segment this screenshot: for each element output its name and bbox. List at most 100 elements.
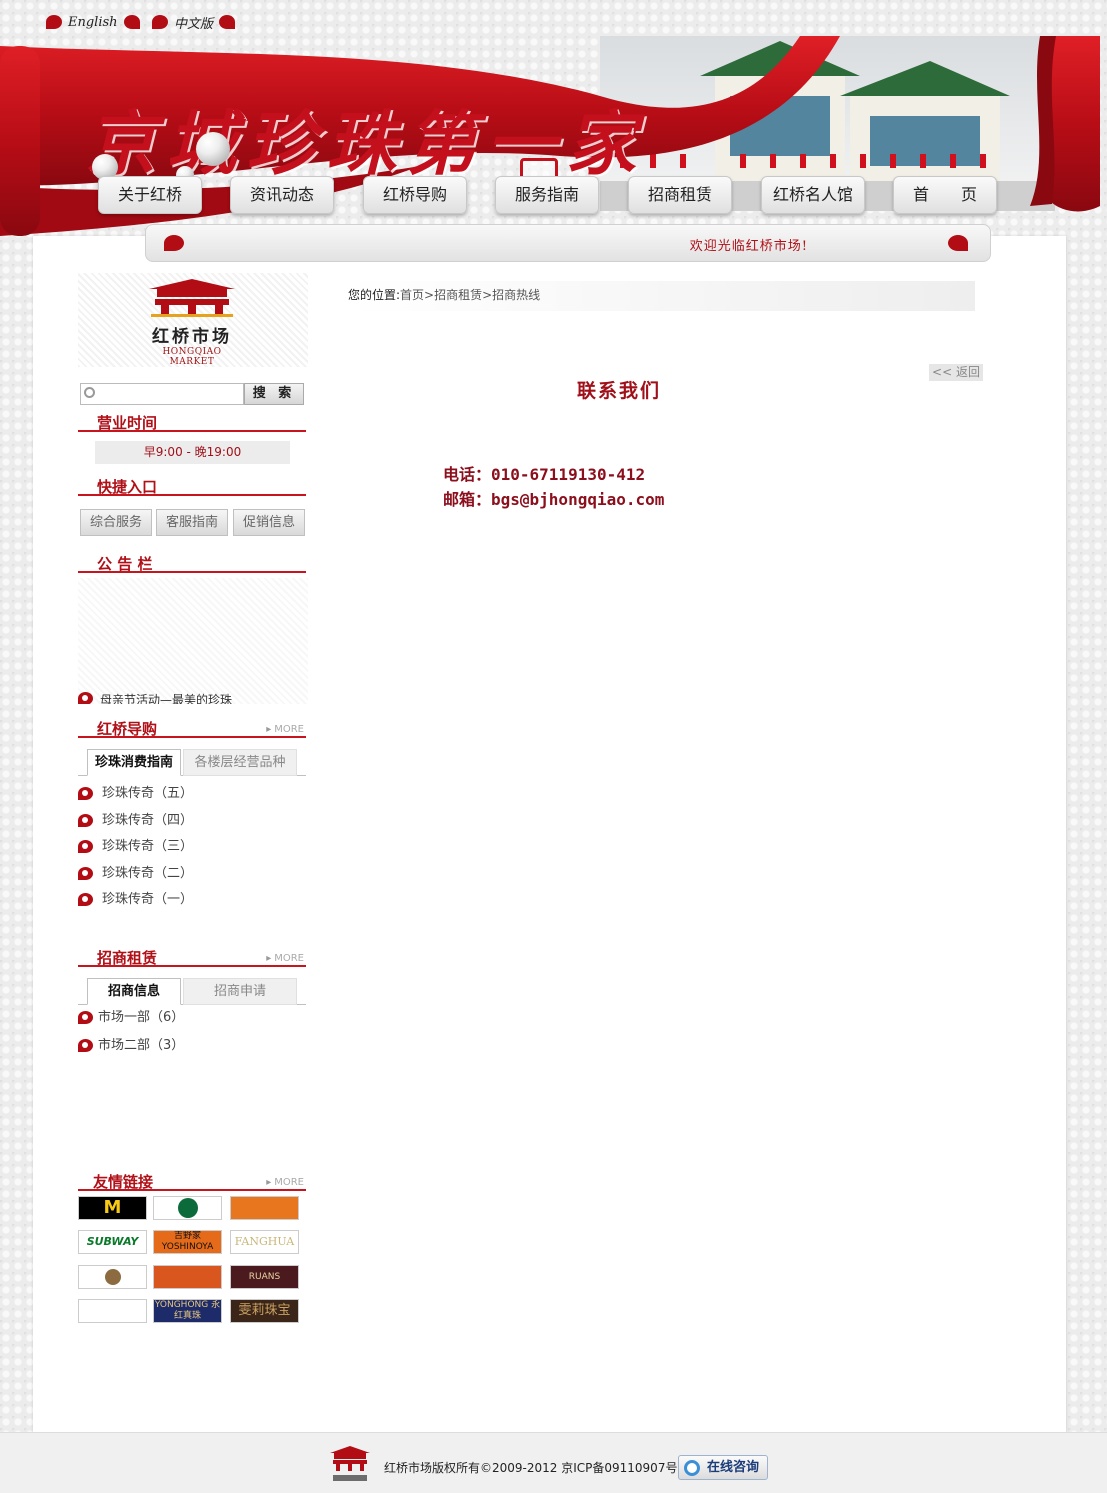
section-guide-title: 红桥导购 MORE xyxy=(78,716,306,738)
tab-pearl-guide[interactable]: 珍珠消费指南 xyxy=(87,749,181,776)
section-title-text: 公 告 栏 xyxy=(97,555,153,573)
partner-logo-crest[interactable] xyxy=(78,1265,147,1289)
back-button[interactable]: << 返回 xyxy=(929,364,983,381)
notice-item-text: 母亲节活动—最美的珍珠 xyxy=(100,693,233,704)
breadcrumb: 您的位置:首页>招商租赁>招商热线 xyxy=(348,281,975,311)
bullet-icon xyxy=(78,893,93,906)
nav-home[interactable]: 首 页 xyxy=(893,176,997,214)
breadcrumb-label: 您的位置: xyxy=(348,288,401,302)
list-item-text: 珍珠传奇（一） xyxy=(102,892,194,907)
more-link[interactable]: MORE xyxy=(266,953,304,964)
logo-en-text: HONGQIAO MARKET xyxy=(162,347,222,367)
welcome-message: 欢迎光临红桥市场! xyxy=(689,239,808,254)
site-footer: 红桥市场版权所有©2009-2012 京ICP备09110907号 在线咨询 xyxy=(0,1432,1107,1493)
logo-cn-text: 红桥市场 xyxy=(152,327,232,347)
list-item[interactable]: 市场一部（6） xyxy=(78,1010,184,1026)
partner-logo-orange[interactable] xyxy=(230,1196,299,1220)
lang-english-label: English xyxy=(68,14,118,30)
nav-about[interactable]: 关于红桥 xyxy=(98,176,202,214)
more-link[interactable]: MORE xyxy=(266,724,304,735)
lang-chinese-label: 中文版 xyxy=(174,16,214,32)
lang-chinese-link[interactable]: 中文版 xyxy=(152,10,236,34)
lease-tabs: 招商信息 招商申请 xyxy=(78,975,306,1005)
section-quick-title: 快捷入口 xyxy=(78,474,306,496)
ruans-logo[interactable]: RUANS xyxy=(230,1265,299,1289)
section-notice-title: 公 告 栏 xyxy=(78,551,306,573)
breadcrumb-path[interactable]: 首页>招商租赁>招商热线 xyxy=(400,288,540,302)
list-item-text: 珍珠传奇（二） xyxy=(102,866,194,881)
notice-board: 母亲节活动—最美的珍珠 xyxy=(78,578,308,704)
nav-shopping-guide[interactable]: 红桥导购 xyxy=(363,176,467,214)
market-logo[interactable]: 红桥市场 HONGQIAO MARKET xyxy=(78,273,308,367)
welcome-bar: 欢迎光临红桥市场! xyxy=(145,224,991,262)
tab-floor-categories[interactable]: 各楼层经营品种 xyxy=(183,749,297,776)
list-item[interactable]: 市场二部（3） xyxy=(78,1038,184,1054)
bullet-icon xyxy=(78,1011,93,1024)
bullet-icon xyxy=(78,1039,93,1052)
contact-phone: 电话：010-67119130-412 xyxy=(443,465,646,484)
chat-icon xyxy=(684,1460,700,1476)
list-item-text: 珍珠传奇（四） xyxy=(102,813,194,828)
fanghua-logo[interactable]: FANGHUA xyxy=(230,1230,299,1254)
pearl-icon xyxy=(196,132,230,166)
list-item-text: 珍珠传奇（五） xyxy=(102,786,194,801)
quick-promotions[interactable]: 促销信息 xyxy=(233,509,305,536)
bullet-icon xyxy=(78,814,93,827)
search-input[interactable] xyxy=(80,383,244,405)
list-item[interactable]: 珍珠传奇（二） xyxy=(78,866,193,882)
starbucks-logo[interactable] xyxy=(153,1196,222,1220)
list-item[interactable]: 珍珠传奇（四） xyxy=(78,813,193,829)
section-title-text: 快捷入口 xyxy=(97,478,158,496)
yoshinoya-logo[interactable]: 吉野家 YOSHINOYA xyxy=(153,1230,222,1254)
crest-icon xyxy=(104,1269,121,1285)
yonghong-logo[interactable]: YONGHONG 永红真珠 xyxy=(153,1299,222,1323)
section-links-title: 友情链接 MORE xyxy=(78,1169,306,1191)
chat-label: 在线咨询 xyxy=(707,1460,760,1475)
notice-item[interactable]: 母亲节活动—最美的珍珠 xyxy=(78,691,232,704)
quick-general-service[interactable]: 综合服务 xyxy=(80,509,152,536)
search-icon xyxy=(84,387,95,398)
bullet-icon xyxy=(78,787,93,800)
nav-news[interactable]: 资讯动态 xyxy=(230,176,334,214)
tab-lease-apply[interactable]: 招商申请 xyxy=(183,978,297,1005)
partner-logo-blue[interactable] xyxy=(78,1299,147,1323)
swirl-icon xyxy=(46,15,62,29)
bullet-icon xyxy=(78,692,93,704)
partner-logo-badge[interactable] xyxy=(153,1265,222,1289)
swirl-icon xyxy=(948,235,968,251)
lang-english-link[interactable]: English xyxy=(46,10,140,34)
list-item-text: 市场一部（6） xyxy=(98,1010,185,1025)
bullet-icon xyxy=(78,867,93,880)
main-nav: 关于红桥 资讯动态 红桥导购 服务指南 招商租赁 红桥名人馆 首 页 xyxy=(0,176,1107,216)
list-item[interactable]: 珍珠传奇（三） xyxy=(78,839,193,855)
tab-lease-info[interactable]: 招商信息 xyxy=(87,978,181,1005)
wenli-jewelry-logo[interactable]: 雯莉珠宝 xyxy=(230,1299,299,1323)
calligraphy-title: 京城珍珠第一家 xyxy=(86,102,646,185)
nav-celebrity-hall[interactable]: 红桥名人馆 xyxy=(761,176,865,214)
list-item[interactable]: 珍珠传奇（五） xyxy=(78,786,193,802)
search-button[interactable]: 搜 索 xyxy=(244,383,304,405)
list-item[interactable]: 珍珠传奇（一） xyxy=(78,892,193,908)
mcdonalds-logo[interactable]: M xyxy=(78,1196,147,1220)
copyright: 红桥市场版权所有©2009-2012 京ICP备09110907号 xyxy=(384,1461,678,1475)
section-title-text: 红桥导购 xyxy=(97,720,158,738)
swirl-icon xyxy=(123,15,140,29)
section-lease-title: 招商租赁 MORE xyxy=(78,945,306,967)
subway-logo[interactable]: SUBWAY xyxy=(78,1230,147,1254)
section-hours-title: 营业时间 xyxy=(78,410,306,432)
swirl-icon xyxy=(152,15,168,29)
nav-service-guide[interactable]: 服务指南 xyxy=(495,176,599,214)
online-chat-button[interactable]: 在线咨询 xyxy=(678,1455,768,1480)
nav-leasing[interactable]: 招商租赁 xyxy=(628,176,732,214)
footer-logo-icon xyxy=(330,1446,370,1481)
pagoda-logo-icon xyxy=(149,279,235,317)
swirl-icon xyxy=(164,235,184,251)
page-title: 联系我们 xyxy=(577,380,662,402)
list-item-text: 珍珠传奇（三） xyxy=(102,839,194,854)
section-title-text: 招商租赁 xyxy=(97,949,158,967)
quick-customer-guide[interactable]: 客服指南 xyxy=(156,509,228,536)
site-search: 搜 索 xyxy=(80,383,304,405)
starbucks-icon xyxy=(177,1198,198,1218)
section-title-text: 友情链接 xyxy=(93,1173,154,1191)
more-link[interactable]: MORE xyxy=(266,1177,304,1188)
